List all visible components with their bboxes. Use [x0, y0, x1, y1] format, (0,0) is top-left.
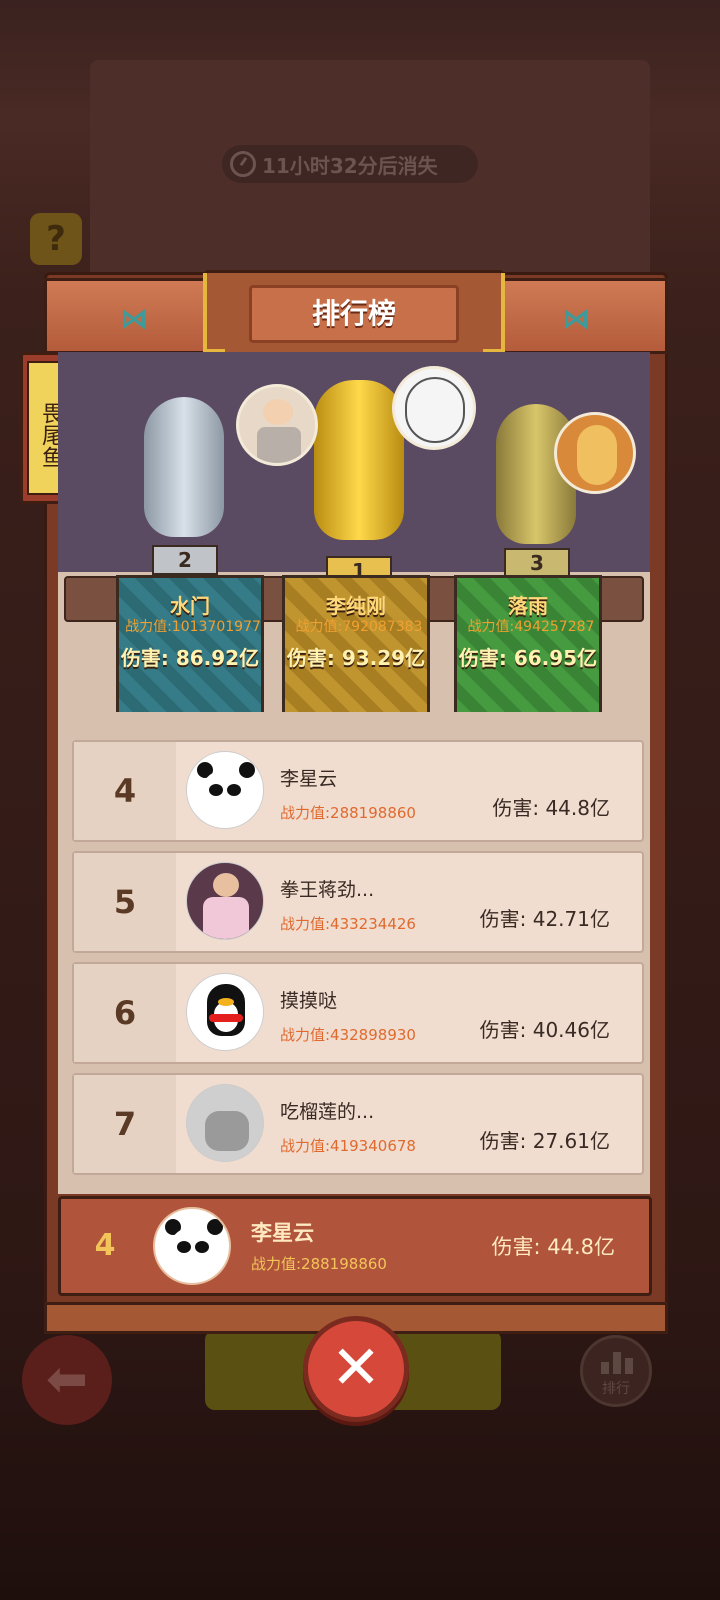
player-power: 战力值:432898930 — [280, 1026, 416, 1044]
list-item[interactable]: 5 拳王蒋劲... 战力值:433234426 伤害: 42.71亿 — [72, 851, 644, 953]
qq-penguin-avatar[interactable] — [186, 973, 264, 1051]
rank-number: 4 — [74, 742, 176, 840]
player-power: 战力值:419340678 — [280, 1137, 416, 1155]
person-avatar[interactable] — [186, 862, 264, 940]
silver-fish-icon — [144, 397, 224, 537]
player-damage: 伤害: 42.71亿 — [479, 907, 610, 931]
bracket-left-icon — [203, 273, 225, 353]
leaderboard-panel: ⋈ ⋈ 排行榜 畏尾鱼 2 1 3 水门 战力值:1013701977 伤害: … — [20, 270, 668, 1334]
player-name: 李纯刚 — [326, 594, 386, 618]
podium-banner-3: 落雨 战力值:494257287 伤害: 66.95亿 — [454, 575, 602, 735]
player-name: 拳王蒋劲... — [280, 879, 375, 901]
player-power: 战力值:433234426 — [280, 915, 416, 933]
fish-icon: ⋈ — [120, 302, 148, 335]
photo-avatar[interactable] — [186, 1084, 264, 1162]
player-name: 落雨 — [508, 594, 548, 618]
clock-icon — [230, 151, 256, 177]
help-button[interactable]: ? — [30, 213, 82, 265]
timer-text: 11小时32分后消失 — [262, 153, 438, 178]
close-icon: ✕ — [330, 1333, 382, 1403]
player-damage: 伤害: 86.92亿 — [120, 646, 260, 670]
title-board: 排行榜 — [203, 270, 505, 356]
list-item[interactable]: 4 李星云 战力值:288198860 伤害: 44.8亿 — [72, 740, 644, 842]
player-damage: 伤害: 27.61亿 — [479, 1129, 610, 1153]
player-power: 战力值:288198860 — [280, 804, 416, 822]
my-rank-number: 4 — [94, 1228, 116, 1263]
list-item[interactable]: 7 吃榴莲的... 战力值:419340678 伤害: 27.61亿 — [72, 1073, 644, 1175]
player-name: 水门 — [170, 594, 210, 618]
rank-number: 5 — [74, 853, 176, 951]
podium-banner-2: 水门 战力值:1013701977 伤害: 86.92亿 — [116, 575, 264, 735]
player-name: 摸摸哒 — [280, 990, 338, 1012]
player-power: 战力值:792087383 — [295, 619, 423, 635]
back-button[interactable]: ⬅ — [22, 1335, 112, 1425]
my-power: 战力值:288198860 — [251, 1255, 387, 1273]
podium-banner-1: 李纯刚 战力值:792087383 伤害: 93.29亿 — [282, 575, 430, 735]
bar-chart-icon — [601, 1352, 635, 1374]
fish-icon: ⋈ — [562, 302, 590, 335]
expire-timer: 11小时32分后消失 — [222, 145, 478, 183]
bracket-right-icon — [483, 273, 505, 353]
player-damage: 伤害: 66.95亿 — [458, 646, 598, 670]
place-badge: 2 — [152, 545, 218, 575]
player-damage: 伤害: 40.46亿 — [479, 1018, 610, 1042]
list-item[interactable]: 6 摸摸哒 战力值:432898930 伤害: 40.46亿 — [72, 962, 644, 1064]
player-power: 战力值:1013701977 — [125, 619, 261, 635]
avatar[interactable] — [392, 366, 476, 450]
player-name: 李星云 — [280, 768, 338, 790]
avatar[interactable] — [554, 412, 636, 494]
player-name: 吃榴莲的... — [280, 1101, 375, 1123]
ranking-button[interactable]: 排行 — [580, 1335, 652, 1407]
my-damage: 伤害: 44.8亿 — [491, 1235, 615, 1259]
player-damage: 伤害: 93.29亿 — [286, 646, 426, 670]
panda-avatar[interactable] — [153, 1207, 231, 1285]
my-rank-row: 4 李星云 战力值:288198860 伤害: 44.8亿 — [58, 1196, 652, 1296]
panda-avatar[interactable] — [186, 751, 264, 829]
avatar[interactable] — [236, 384, 318, 466]
place-badge: 3 — [504, 548, 570, 578]
page-title: 排行榜 — [249, 285, 459, 343]
close-button[interactable]: ✕ — [303, 1316, 409, 1422]
back-arrow-icon: ⬅ — [46, 1350, 88, 1408]
gold-fish-icon — [314, 380, 404, 540]
player-damage: 伤害: 44.8亿 — [492, 796, 610, 820]
my-name: 李星云 — [251, 1221, 314, 1245]
rank-number: 7 — [74, 1075, 176, 1173]
player-power: 战力值:494257287 — [467, 619, 595, 635]
ranking-button-label: 排行 — [602, 1381, 630, 1397]
rank-number: 6 — [74, 964, 176, 1062]
